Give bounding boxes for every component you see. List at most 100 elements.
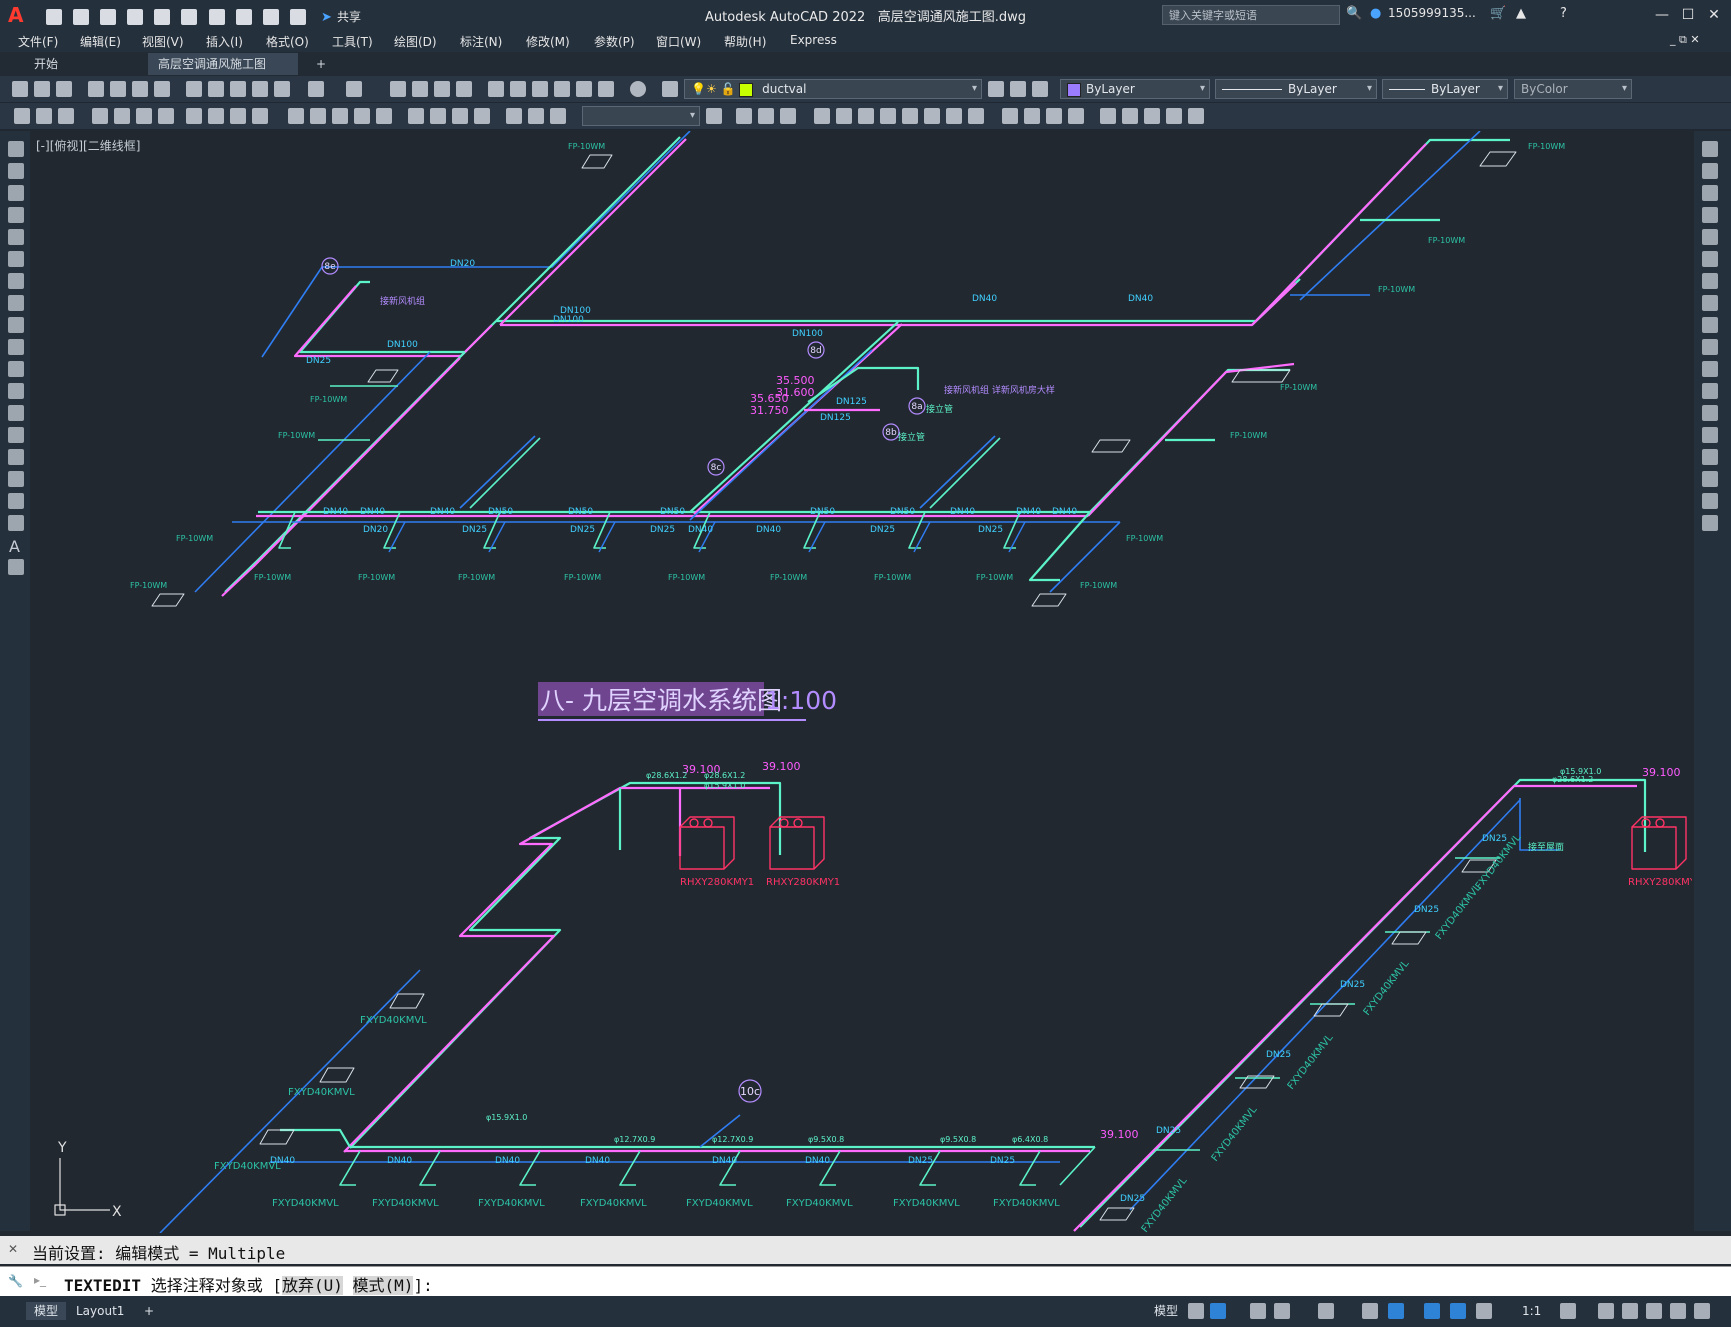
modify-icon[interactable]	[1024, 108, 1040, 124]
quick-properties-icon[interactable]	[1598, 1303, 1614, 1319]
scale-icon[interactable]	[1702, 295, 1718, 311]
break-icon[interactable]	[1702, 405, 1718, 421]
modify-icon[interactable]	[780, 108, 796, 124]
dim-update-icon[interactable]	[550, 108, 566, 124]
menu-modify[interactable]: 修改(M)	[526, 33, 570, 50]
menu-parametric[interactable]: 参数(P)	[594, 33, 635, 50]
dim-continue-icon[interactable]	[332, 108, 348, 124]
make-current-icon[interactable]	[988, 81, 1004, 97]
export-icon[interactable]	[154, 8, 171, 25]
gear-icon[interactable]	[1560, 1303, 1576, 1319]
modify-icon[interactable]	[1046, 108, 1062, 124]
close-icon[interactable]: ✕	[8, 1242, 18, 1256]
mode-option[interactable]: 模式(M)	[352, 1276, 414, 1295]
layer-state-icons[interactable]: 💡☀ 🔓	[691, 82, 735, 96]
customize-icon[interactable]	[1694, 1303, 1710, 1319]
polygon-icon[interactable]	[8, 207, 24, 223]
dim-baseline-icon[interactable]	[310, 108, 326, 124]
drawing-svg[interactable]: 八- 九层空调水系统图 1:100 DN20 DN100 DN100 DN100…	[34, 131, 1692, 1233]
table-icon[interactable]	[8, 515, 24, 531]
user-name[interactable]: 1505999135...	[1388, 6, 1476, 20]
gradient-icon[interactable]	[8, 471, 24, 487]
osnap-icon[interactable]	[1388, 1303, 1404, 1319]
sheetset-icon[interactable]	[554, 81, 570, 97]
maximize-button[interactable]: ☐	[1674, 4, 1702, 26]
workspace-icon[interactable]	[289, 8, 306, 25]
tool-icon[interactable]	[14, 108, 30, 124]
modify-icon[interactable]	[758, 108, 774, 124]
arc-icon[interactable]	[8, 251, 24, 267]
circle-icon[interactable]	[8, 273, 24, 289]
fillet-icon[interactable]	[1702, 471, 1718, 487]
dim-edit-icon[interactable]	[506, 108, 522, 124]
toolpalettes-icon[interactable]	[532, 81, 548, 97]
pan-icon[interactable]	[390, 81, 406, 97]
tab-start[interactable]: 开始	[24, 53, 144, 75]
menu-draw[interactable]: 绘图(D)	[394, 33, 437, 50]
modify-icon[interactable]	[736, 108, 752, 124]
dim-jogged-icon[interactable]	[208, 108, 224, 124]
dim-arc-icon[interactable]	[136, 108, 152, 124]
tab-layout1[interactable]: Layout1	[68, 1302, 132, 1320]
mtext-icon[interactable]: A	[9, 537, 20, 556]
point-icon[interactable]	[8, 427, 24, 443]
menu-help[interactable]: 帮助(H)	[724, 33, 766, 50]
copy-icon[interactable]	[208, 81, 224, 97]
blockeditor-icon[interactable]	[274, 81, 290, 97]
copy-icon[interactable]	[1702, 163, 1718, 179]
layer-properties-icon[interactable]	[662, 81, 678, 97]
chamfer-icon[interactable]	[1702, 449, 1718, 465]
help-icon[interactable]: ?	[1560, 6, 1567, 21]
menu-express[interactable]: Express	[790, 33, 837, 47]
undo-icon[interactable]	[308, 81, 324, 97]
tab-model[interactable]: 模型	[26, 1302, 67, 1320]
fullscreen-icon[interactable]	[1670, 1303, 1686, 1319]
lineweight-icon[interactable]	[1424, 1303, 1440, 1319]
dim-radius-icon[interactable]	[186, 108, 202, 124]
insert-block-icon[interactable]	[8, 383, 24, 399]
model-space-button[interactable]: 模型	[1146, 1302, 1186, 1320]
grid-icon[interactable]	[1188, 1303, 1204, 1319]
stretch-icon[interactable]	[1702, 317, 1718, 333]
undo-icon[interactable]	[235, 8, 252, 25]
modify-icon[interactable]	[1100, 108, 1116, 124]
isodraft-icon[interactable]	[1318, 1303, 1334, 1319]
dim-override-icon[interactable]	[706, 108, 722, 124]
spline-icon[interactable]	[8, 317, 24, 333]
mirror-icon[interactable]	[1702, 185, 1718, 201]
menu-file[interactable]: 文件(F)	[18, 33, 58, 50]
dim-aligned-icon[interactable]	[114, 108, 130, 124]
menu-format[interactable]: 格式(O)	[266, 33, 309, 50]
move-icon[interactable]	[1702, 251, 1718, 267]
drawing-scale[interactable]: 1:100	[765, 686, 837, 715]
zoom-window-icon[interactable]	[434, 81, 450, 97]
make-block-icon[interactable]	[8, 405, 24, 421]
qnew-icon[interactable]	[12, 81, 28, 97]
modify-icon[interactable]	[1122, 108, 1138, 124]
modify-icon[interactable]	[880, 108, 896, 124]
menu-tools[interactable]: 工具(T)	[332, 33, 373, 50]
modify-icon[interactable]	[968, 108, 984, 124]
plot-icon[interactable]	[88, 81, 104, 97]
doc-window-controls[interactable]: _ ⧉ ✕	[1670, 33, 1700, 47]
trim-icon[interactable]	[1702, 339, 1718, 355]
menu-dimension[interactable]: 标注(N)	[460, 33, 502, 50]
modify-icon[interactable]	[814, 108, 830, 124]
revcloud-icon[interactable]	[8, 295, 24, 311]
minimize-button[interactable]: —	[1648, 4, 1676, 26]
wrench-icon[interactable]: 🔧	[8, 1274, 23, 1288]
layer-previous-icon[interactable]	[1010, 81, 1026, 97]
add-layout-icon[interactable]: +	[136, 1302, 162, 1320]
color-dropdown[interactable]: ByLayer ▾	[1060, 79, 1210, 99]
dim-space-icon[interactable]	[354, 108, 370, 124]
isolate-icon[interactable]	[1646, 1303, 1662, 1319]
dim-ordinate-icon[interactable]	[158, 108, 174, 124]
plot-icon[interactable]	[208, 8, 225, 25]
modify-icon[interactable]	[836, 108, 852, 124]
add-icon[interactable]	[1622, 1303, 1638, 1319]
tool-icon[interactable]	[58, 108, 74, 124]
dim-break-icon[interactable]	[376, 108, 392, 124]
modify-icon[interactable]	[1144, 108, 1160, 124]
break-at-point-icon[interactable]	[1702, 383, 1718, 399]
publish-icon[interactable]	[132, 81, 148, 97]
